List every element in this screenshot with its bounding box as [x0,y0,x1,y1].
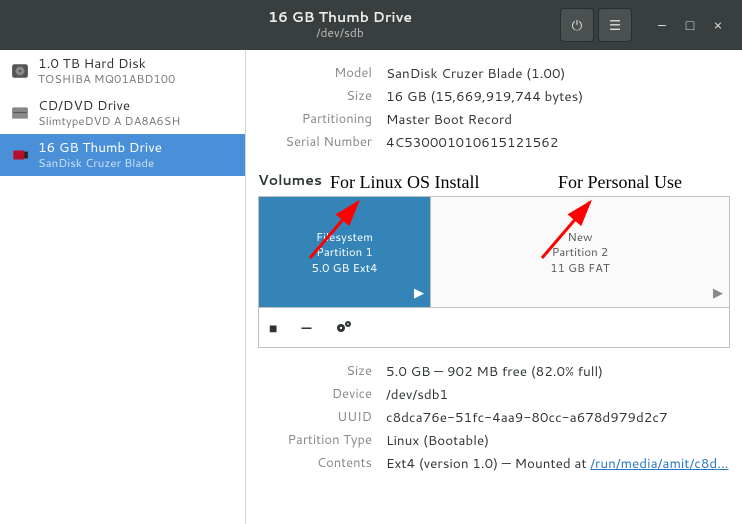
main-panel: Model SanDisk Cruzer Blade (1.00) Size 16 … [246,50,742,524]
psize-label: Size [258,362,372,381]
stop-icon: ■ [269,318,277,338]
mount-play-icon[interactable]: ▶ [713,285,723,303]
partition-bar: Filesystem Partition 1 5.0 GB Ext4 ▶ New… [258,196,730,308]
gears-button[interactable] [336,318,354,338]
partition-line: Partition 2 [552,244,608,260]
partitioning-label: Partitioning [258,110,372,129]
close-button[interactable]: × [704,11,732,39]
uuid-label: UUID [258,408,372,427]
partition-1[interactable]: Filesystem Partition 1 5.0 GB Ext4 ▶ [259,197,431,307]
model-label: Model [258,64,372,83]
contents-value: Ext4 (version 1.0) — Mounted at /run/med… [386,454,729,473]
usb-icon [10,145,30,165]
cdrom-icon [10,103,30,123]
titlebar: 16 GB Thumb Drive /dev/sdb ⏻ ☰ – □ × [0,0,742,50]
device-item-cdrom[interactable]: CD/DVD Drive SlimtypeDVD A DA8A6SH [0,92,245,134]
size-value: 16 GB (15,669,919,744 bytes) [386,87,583,106]
pdev-value: /dev/sdb1 [386,385,448,404]
close-icon: × [714,15,723,35]
minimize-icon: – [658,15,666,35]
hdd-icon [10,61,30,81]
stop-button[interactable]: ■ [269,318,277,338]
power-button[interactable]: ⏻ [560,8,594,42]
partition-line: Filesystem [316,229,373,245]
size-label: Size [258,87,372,106]
volumes-heading: Volumes [258,170,730,190]
partition-line: New [568,229,593,245]
minus-icon: — [301,318,311,338]
partition-line: 5.0 GB Ext4 [312,260,378,276]
partition-line: Partition 1 [316,244,372,260]
psize-value: 5.0 GB — 902 MB free (82.0% full) [386,362,603,381]
partitioning-value: Master Boot Record [386,110,512,129]
device-item-thumbdrive[interactable]: 16 GB Thumb Drive SanDisk Cruzer Blade [0,134,245,176]
power-icon: ⏻ [572,16,583,35]
mount-path-link[interactable]: /run/media/amit/c8d… [590,454,728,473]
device-sub: SanDisk Cruzer Blade [38,156,162,170]
uuid-value: c8dca76e-51fc-4aa9-80cc-a678d979d2c7 [386,408,668,427]
minimize-button[interactable]: – [648,11,676,39]
serial-value: 4C530001010615121562 [386,133,558,152]
volume-action-toolbar: ■ — [258,308,730,348]
partition-line: 11 GB FAT [550,260,609,276]
device-list: 1.0 TB Hard Disk TOSHIBA MQ01ABD100 CD/D… [0,50,246,524]
ptype-value: Linux (Bootable) [386,431,489,450]
hamburger-icon: ☰ [609,16,621,35]
ptype-label: Partition Type [258,431,372,450]
contents-prefix: Ext4 (version 1.0) — Mounted at [386,454,590,473]
device-item-hdd[interactable]: 1.0 TB Hard Disk TOSHIBA MQ01ABD100 [0,50,245,92]
mount-play-icon[interactable]: ▶ [414,285,424,303]
model-value: SanDisk Cruzer Blade (1.00) [386,64,565,83]
pdev-label: Device [258,385,372,404]
maximize-icon: □ [686,15,694,35]
device-sub: SlimtypeDVD A DA8A6SH [38,114,180,128]
device-sub: TOSHIBA MQ01ABD100 [38,72,175,86]
window-subtitle: /dev/sdb [122,26,558,40]
menu-button[interactable]: ☰ [598,8,632,42]
minus-button[interactable]: — [301,318,311,338]
gears-icon [336,318,354,338]
contents-label: Contents [258,454,372,473]
maximize-button[interactable]: □ [676,11,704,39]
partition-2[interactable]: New Partition 2 11 GB FAT ▶ [431,197,729,307]
serial-label: Serial Number [258,133,372,152]
